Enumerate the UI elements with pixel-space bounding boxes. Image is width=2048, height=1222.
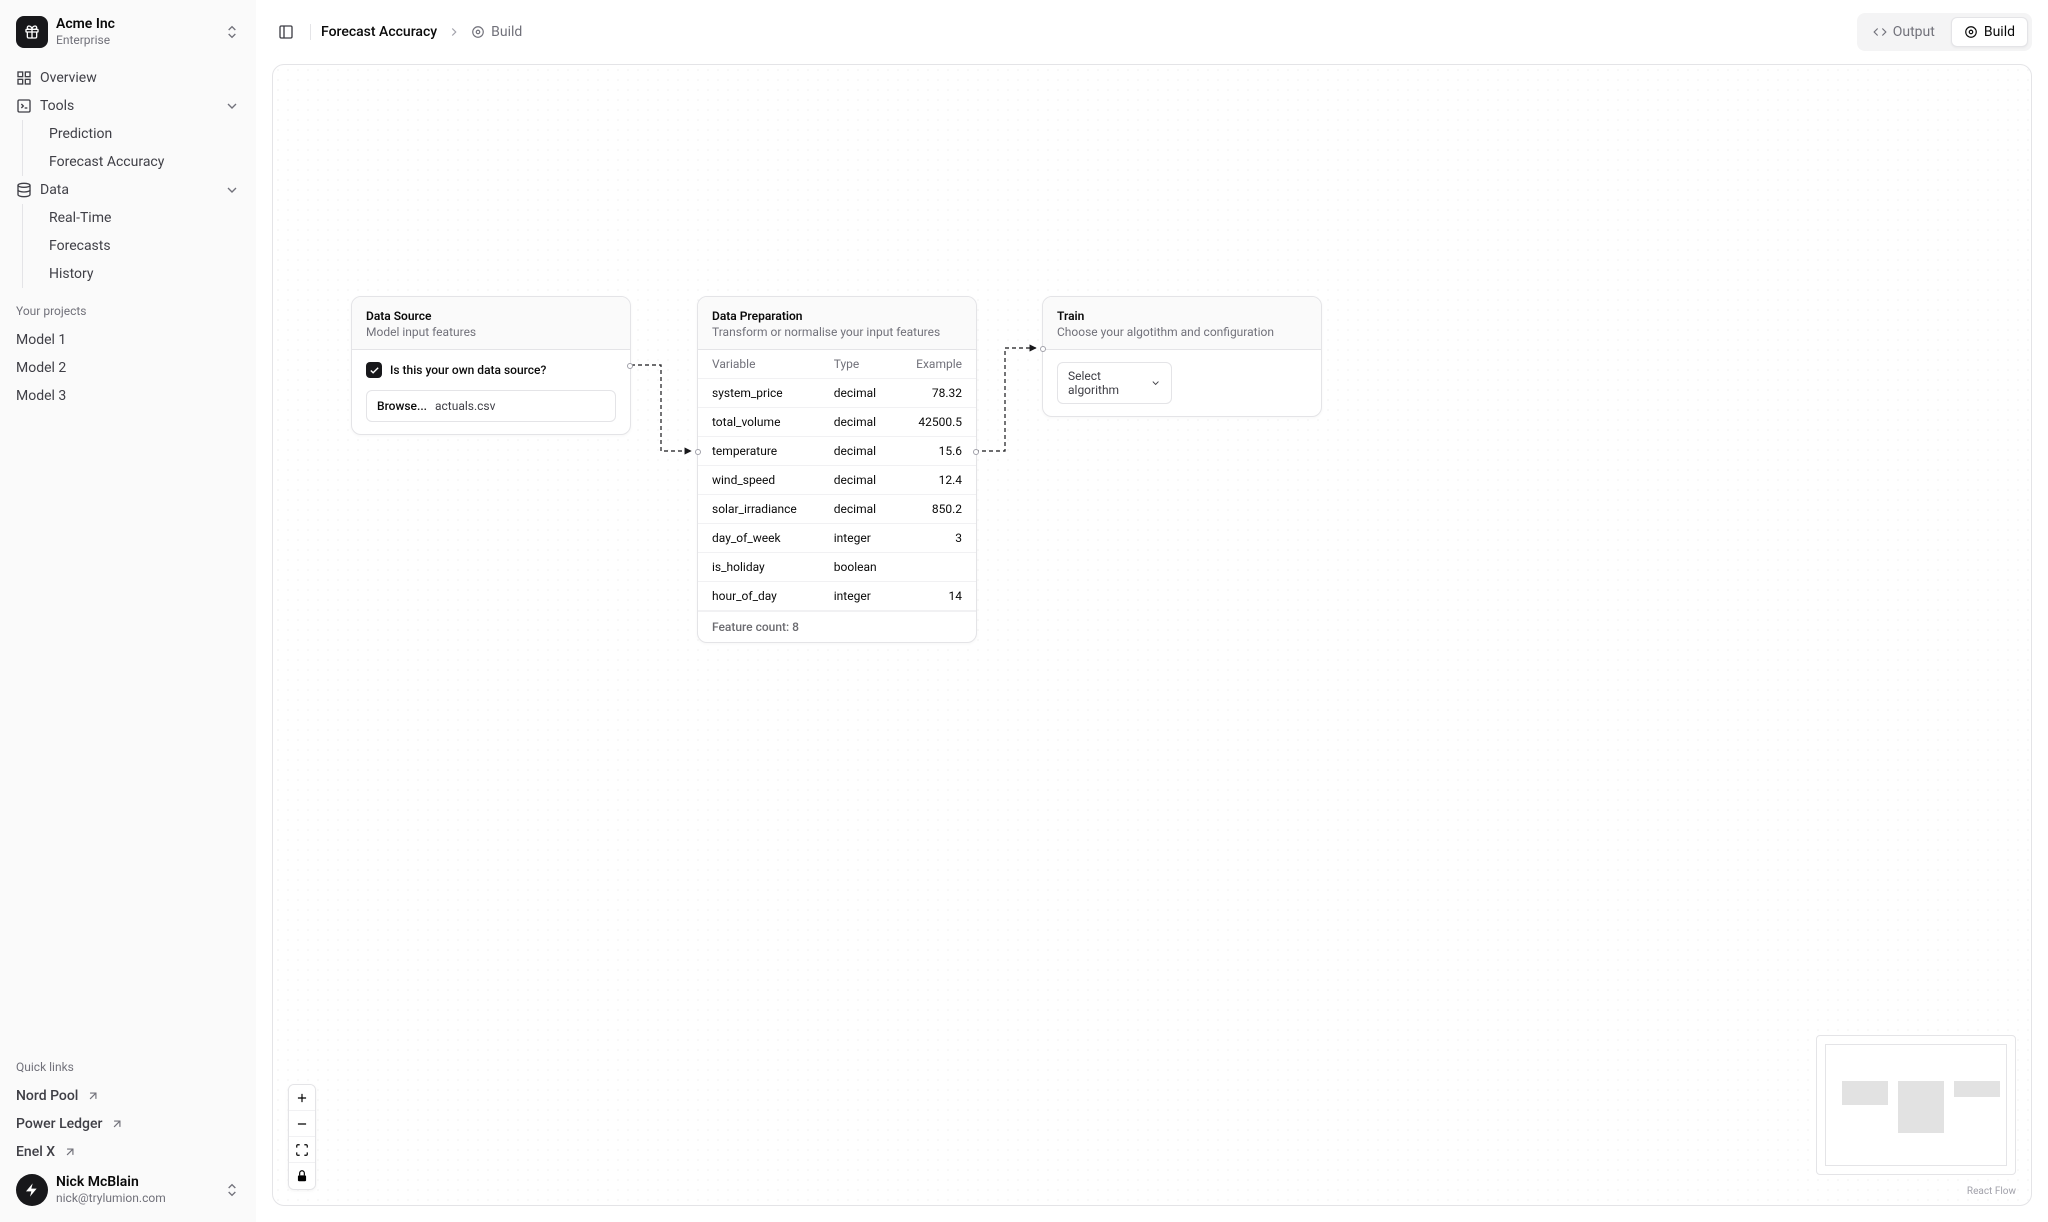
quick-link-powerledger[interactable]: Power Ledger: [8, 1110, 248, 1138]
tab-build[interactable]: Build: [1951, 17, 2028, 47]
nav-tools-prediction[interactable]: Prediction: [39, 120, 248, 148]
node-subtitle: Choose your algotithm and configuration: [1057, 325, 1307, 339]
avatar: [16, 1174, 48, 1206]
nav-tools-forecast-accuracy[interactable]: Forecast Accuracy: [39, 148, 248, 176]
table-row: wind_speeddecimal12.4: [698, 466, 976, 495]
dashboard-icon: [16, 70, 32, 86]
checkbox-label: Is this your own data source?: [390, 363, 546, 377]
main: Forecast Accuracy Build Output Build: [256, 0, 2048, 1222]
lock-button[interactable]: [289, 1163, 315, 1189]
zoom-in-button[interactable]: [289, 1085, 315, 1111]
sidebar: Acme Inc Enterprise Overview Tools Predi…: [0, 0, 256, 1222]
node-subtitle: Model input features: [366, 325, 616, 339]
fit-view-button[interactable]: [289, 1137, 315, 1163]
breadcrumb-root[interactable]: Forecast Accuracy: [321, 24, 437, 40]
nav-label: Tools: [40, 98, 74, 114]
table-row: total_volumedecimal42500.5: [698, 408, 976, 437]
table-row: solar_irradiancedecimal850.2: [698, 495, 976, 524]
project-item[interactable]: Model 3: [8, 382, 248, 410]
node-title: Train: [1057, 309, 1307, 323]
node-title: Data Source: [366, 309, 616, 323]
tab-output[interactable]: Output: [1861, 17, 1947, 47]
table-row: system_pricedecimal78.32: [698, 379, 976, 408]
chevron-down-icon: [1150, 377, 1161, 389]
node-title: Data Preparation: [712, 309, 962, 323]
chevron-down-icon: [224, 98, 240, 114]
nav-data[interactable]: Data: [8, 176, 248, 204]
topbar: Forecast Accuracy Build Output Build: [256, 0, 2048, 64]
browse-button[interactable]: Browse...: [377, 399, 427, 413]
cog-icon: [471, 25, 485, 39]
check-icon: [369, 365, 380, 376]
code-icon: [1873, 25, 1887, 39]
org-logo: [16, 16, 48, 48]
maximize-icon: [295, 1143, 309, 1157]
feature-count: Feature count: 8: [698, 611, 976, 642]
nav-label: Overview: [40, 70, 97, 86]
quick-link-nordpool[interactable]: Nord Pool: [8, 1082, 248, 1110]
cog-icon: [1964, 25, 1978, 39]
org-name: Acme Inc: [56, 16, 216, 33]
table-row: temperaturedecimal15.6: [698, 437, 976, 466]
node-data-preparation[interactable]: Data Preparation Transform or normalise …: [697, 296, 977, 643]
project-item[interactable]: Model 2: [8, 354, 248, 382]
node-train[interactable]: Train Choose your algotithm and configur…: [1042, 296, 1322, 417]
panel-left-icon: [278, 24, 294, 40]
nav-tools[interactable]: Tools: [8, 92, 248, 120]
own-source-checkbox[interactable]: [366, 362, 382, 378]
external-link-icon: [86, 1089, 100, 1103]
input-handle[interactable]: [1040, 346, 1046, 352]
divider: [310, 24, 311, 40]
nav-data-history[interactable]: History: [39, 260, 248, 288]
features-table: Variable Type Example system_pricedecima…: [698, 350, 976, 611]
quick-link-enelx[interactable]: Enel X: [8, 1138, 248, 1166]
view-toggle: Output Build: [1857, 13, 2032, 51]
org-switcher[interactable]: Acme Inc Enterprise: [8, 8, 248, 56]
external-link-icon: [63, 1145, 77, 1159]
chevron-right-icon: [447, 25, 461, 39]
terminal-icon: [16, 98, 32, 114]
database-icon: [16, 182, 32, 198]
chevron-down-icon: [224, 182, 240, 198]
output-handle[interactable]: [627, 363, 633, 369]
chevrons-up-down-icon: [224, 1182, 240, 1198]
file-name: actuals.csv: [435, 399, 495, 413]
attribution: React Flow: [1967, 1186, 2016, 1197]
project-item[interactable]: Model 1: [8, 326, 248, 354]
table-row: day_of_weekinteger3: [698, 524, 976, 553]
user-name: Nick McBlain: [56, 1174, 216, 1191]
output-handle[interactable]: [973, 449, 979, 455]
nav-label: Data: [40, 182, 69, 198]
breadcrumb: Forecast Accuracy Build: [321, 24, 522, 40]
flow-canvas[interactable]: Data Source Model input features Is this…: [272, 64, 2032, 1206]
table-row: hour_of_dayinteger14: [698, 582, 976, 611]
node-data-source[interactable]: Data Source Model input features Is this…: [351, 296, 631, 435]
projects-label: Your projects: [8, 296, 248, 326]
nav-data-realtime[interactable]: Real-Time: [39, 204, 248, 232]
nav-overview[interactable]: Overview: [8, 64, 248, 92]
table-row: is_holidayboolean: [698, 553, 976, 582]
plus-icon: [295, 1091, 309, 1105]
lock-icon: [295, 1169, 309, 1183]
minus-icon: [295, 1117, 309, 1131]
nav-data-forecasts[interactable]: Forecasts: [39, 232, 248, 260]
quick-links-label: Quick links: [8, 1052, 248, 1082]
toggle-sidebar-button[interactable]: [272, 18, 300, 46]
breadcrumb-current: Build: [471, 24, 522, 40]
canvas-controls: [288, 1084, 316, 1190]
minimap[interactable]: [1816, 1035, 2016, 1175]
external-link-icon: [110, 1117, 124, 1131]
input-handle[interactable]: [695, 449, 701, 455]
org-tier: Enterprise: [56, 33, 216, 47]
node-subtitle: Transform or normalise your input featur…: [712, 325, 962, 339]
zoom-out-button[interactable]: [289, 1111, 315, 1137]
file-input[interactable]: Browse... actuals.csv: [366, 390, 616, 422]
user-email: nick@trylumion.com: [56, 1191, 216, 1205]
user-menu[interactable]: Nick McBlain nick@trylumion.com: [8, 1166, 248, 1214]
chevrons-up-down-icon: [224, 24, 240, 40]
algorithm-select[interactable]: Select algorithm: [1057, 362, 1172, 404]
